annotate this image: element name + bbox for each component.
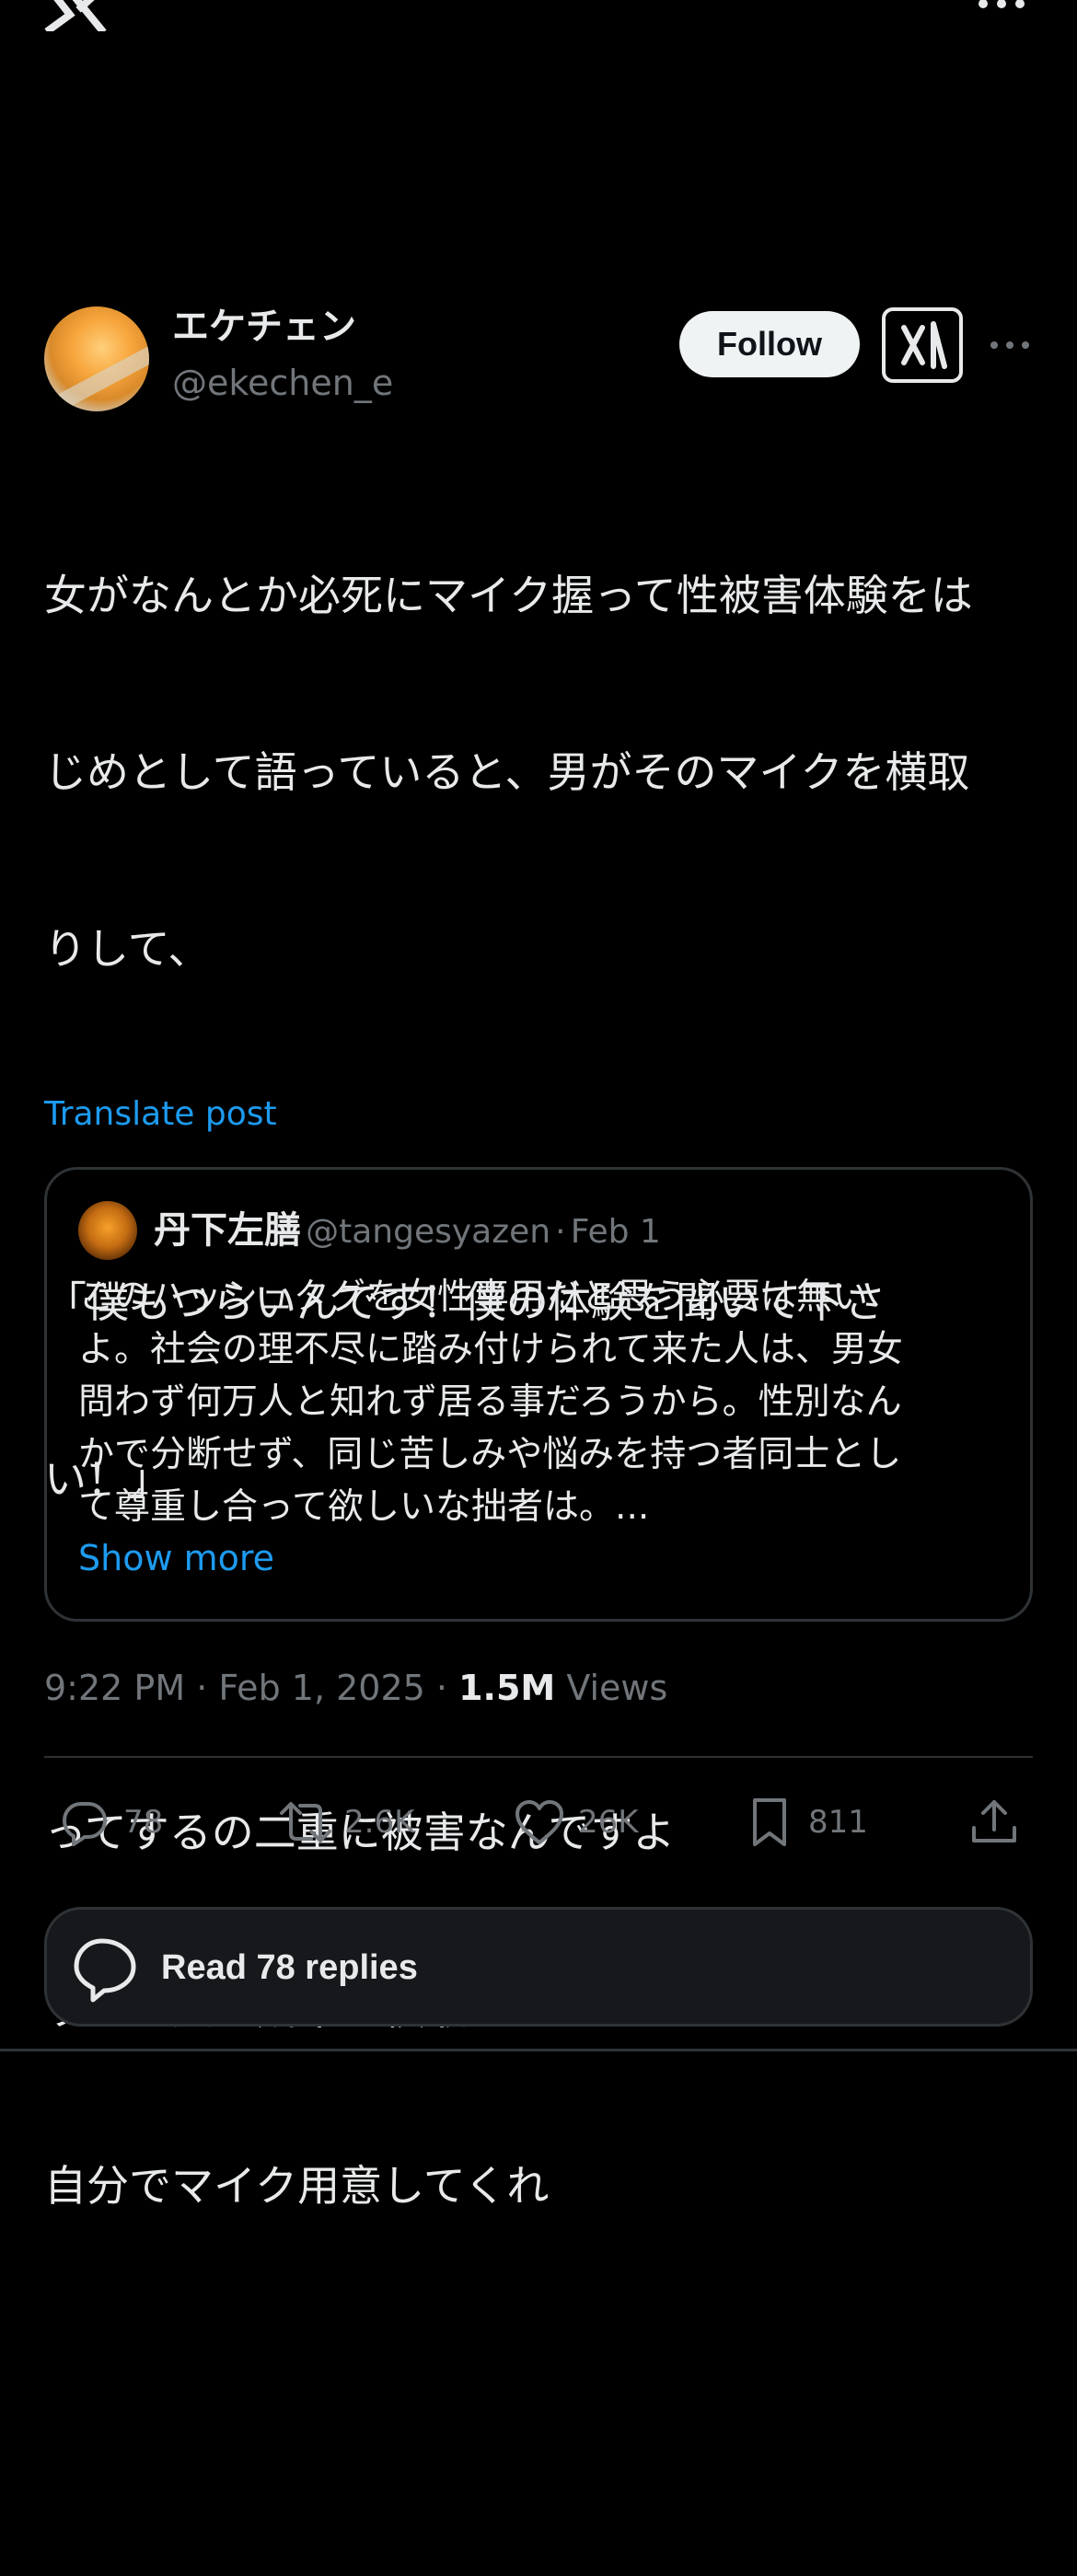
quoted-post[interactable]: 丹下左膳 @tangesyazen · Feb 1 このハッシュタグを女性専用だ… bbox=[44, 1167, 1033, 1622]
views-count: 1.5M bbox=[458, 1668, 556, 1708]
separator-dot: · bbox=[555, 1213, 566, 1251]
quoted-line: よ。社会の理不尽に踏み付けられて来た人は、男女 bbox=[78, 1329, 903, 1370]
quoted-line: このハッシュタグを女性専用だと思う必要は無い bbox=[78, 1276, 869, 1318]
quoted-author-avatar bbox=[78, 1201, 137, 1260]
more-icon[interactable] bbox=[976, 0, 1027, 15]
read-replies-button[interactable]: Read 78 replies bbox=[44, 1907, 1033, 2027]
separator-dot: · bbox=[435, 1668, 447, 1708]
like-count: 26K bbox=[578, 1804, 639, 1841]
quoted-author-name: 丹下左膳 bbox=[154, 1209, 301, 1252]
share-icon bbox=[972, 1800, 1016, 1842]
like-button[interactable]: 26K bbox=[512, 1793, 639, 1852]
repost-count: 2.6K bbox=[344, 1804, 415, 1841]
bookmark-icon bbox=[753, 1798, 786, 1846]
quoted-post-text: このハッシュタグを女性専用だと思う必要は無い よ。社会の理不尽に踏み付けられて来… bbox=[78, 1271, 1008, 1533]
separator-dot: · bbox=[196, 1668, 208, 1708]
post-line: 女がなんとか必死にマイク握って性被害体験をは bbox=[44, 571, 973, 620]
author-handle[interactable]: @ekechen_e bbox=[172, 361, 393, 405]
post-line: じめとして語っていると、男がそのマイクを横取 bbox=[44, 747, 970, 797]
bookmark-button[interactable]: 811 bbox=[742, 1793, 868, 1852]
views-label: Views bbox=[566, 1668, 668, 1708]
reply-icon bbox=[63, 1802, 107, 1846]
tweet-page: エケチェン @ekechen_e Follow 女がなんとか必死にマイク握って性… bbox=[0, 0, 1077, 2576]
like-icon bbox=[515, 1800, 563, 1844]
share-button[interactable] bbox=[967, 1793, 1022, 1852]
bookmark-count: 811 bbox=[808, 1804, 868, 1841]
divider bbox=[44, 1756, 1033, 1758]
quoted-line: て尊重し合って欲しいな拙者は。... bbox=[78, 1486, 650, 1528]
repost-icon bbox=[280, 1802, 331, 1842]
post-meta: 9:22 PM · Feb 1, 2025 · 1.5M Views bbox=[44, 1664, 667, 1712]
grok-button[interactable] bbox=[882, 307, 963, 383]
reply-count: 78 bbox=[123, 1804, 164, 1841]
show-more-link[interactable]: Show more bbox=[78, 1534, 274, 1582]
quoted-author-handle: @tangesyazen bbox=[306, 1213, 551, 1251]
post-line: りして、 bbox=[44, 924, 211, 974]
author-avatar[interactable] bbox=[44, 306, 149, 411]
divider bbox=[0, 2049, 1077, 2051]
more-icon[interactable] bbox=[989, 331, 1031, 359]
post-line: 自分でマイク用意してくれ bbox=[44, 2161, 550, 2211]
post-time[interactable]: 9:22 PM bbox=[44, 1668, 185, 1708]
quoted-post-header: 丹下左膳 @tangesyazen · Feb 1 bbox=[154, 1207, 661, 1262]
translate-post-link[interactable]: Translate post bbox=[44, 1092, 277, 1137]
quoted-line: 問わず何万人と知れず居る事だろうから。性別なん bbox=[78, 1381, 902, 1423]
follow-button[interactable]: Follow bbox=[679, 311, 860, 377]
quoted-line: かで分断せず、同じ苦しみや悩みを持つ者同士とし bbox=[78, 1434, 902, 1475]
x-logo-icon[interactable] bbox=[42, 0, 109, 31]
grok-icon bbox=[901, 321, 947, 369]
reply-button[interactable]: 78 bbox=[57, 1793, 163, 1852]
quoted-post-date: Feb 1 bbox=[570, 1213, 661, 1251]
post-date[interactable]: Feb 1, 2025 bbox=[218, 1668, 424, 1708]
replies-bubble-icon bbox=[74, 1938, 136, 2003]
read-replies-label: Read 78 replies bbox=[161, 1948, 418, 1987]
author-display-name[interactable]: エケチェン bbox=[172, 304, 356, 350]
repost-button[interactable]: 2.6K bbox=[278, 1793, 414, 1852]
